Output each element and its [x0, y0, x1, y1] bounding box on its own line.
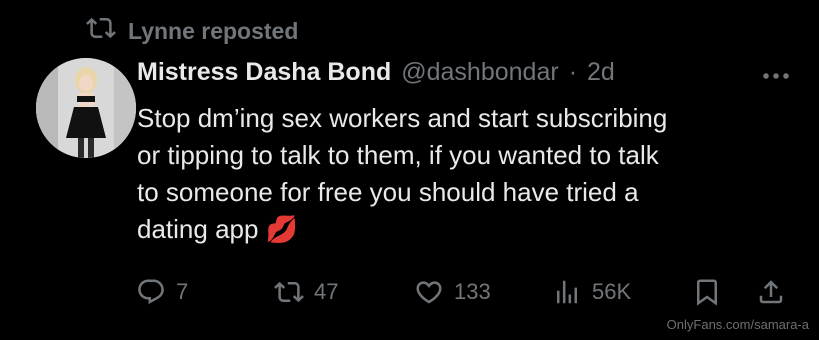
meta-separator: · — [568, 58, 578, 86]
tweet-age[interactable]: 2d — [587, 58, 615, 87]
tweet-line: Stop dm’ing sex workers and start subscr… — [137, 103, 668, 133]
repost-label: Lynne reposted — [128, 17, 299, 44]
like-count: 133 — [454, 279, 491, 304]
views-count: 56K — [592, 279, 632, 304]
repost-count: 47 — [314, 279, 339, 304]
share-icon — [759, 280, 783, 304]
tweet-line: or tipping to talk to them, if you wante… — [137, 140, 659, 170]
views-icon — [557, 280, 577, 304]
watermark: OnlyFans.com/samara-a — [666, 317, 809, 332]
reply-icon — [138, 279, 164, 305]
bookmark-icon — [697, 279, 717, 306]
repost-indicator[interactable]: Lynne reposted — [86, 14, 298, 48]
avatar[interactable] — [36, 58, 136, 158]
more-icon — [763, 73, 789, 79]
more-options-button[interactable] — [756, 64, 796, 88]
heart-icon — [416, 281, 442, 304]
author-handle[interactable]: @dashbondar — [401, 58, 558, 87]
author-name[interactable]: Mistress Dasha Bond — [137, 58, 391, 87]
action-bar: 7 47 133 56K — [0, 272, 819, 312]
repost-button[interactable]: 47 — [274, 272, 338, 312]
share-button[interactable] — [756, 272, 786, 312]
repost-icon — [86, 13, 116, 49]
like-button[interactable]: 133 — [414, 272, 491, 312]
tweet-header: Mistress Dasha Bond @dashbondar · 2d — [137, 58, 615, 94]
tweet-line: to someone for free you should have trie… — [137, 177, 639, 207]
bookmark-button[interactable] — [692, 272, 722, 312]
views-button[interactable]: 56K — [552, 272, 631, 312]
repost-icon — [274, 281, 304, 303]
tweet-text: Stop dm’ing sex workers and start subscr… — [137, 100, 797, 248]
reply-count: 7 — [176, 279, 189, 304]
reply-button[interactable]: 7 — [136, 272, 188, 312]
tweet-line: dating app 💋 — [137, 214, 299, 244]
